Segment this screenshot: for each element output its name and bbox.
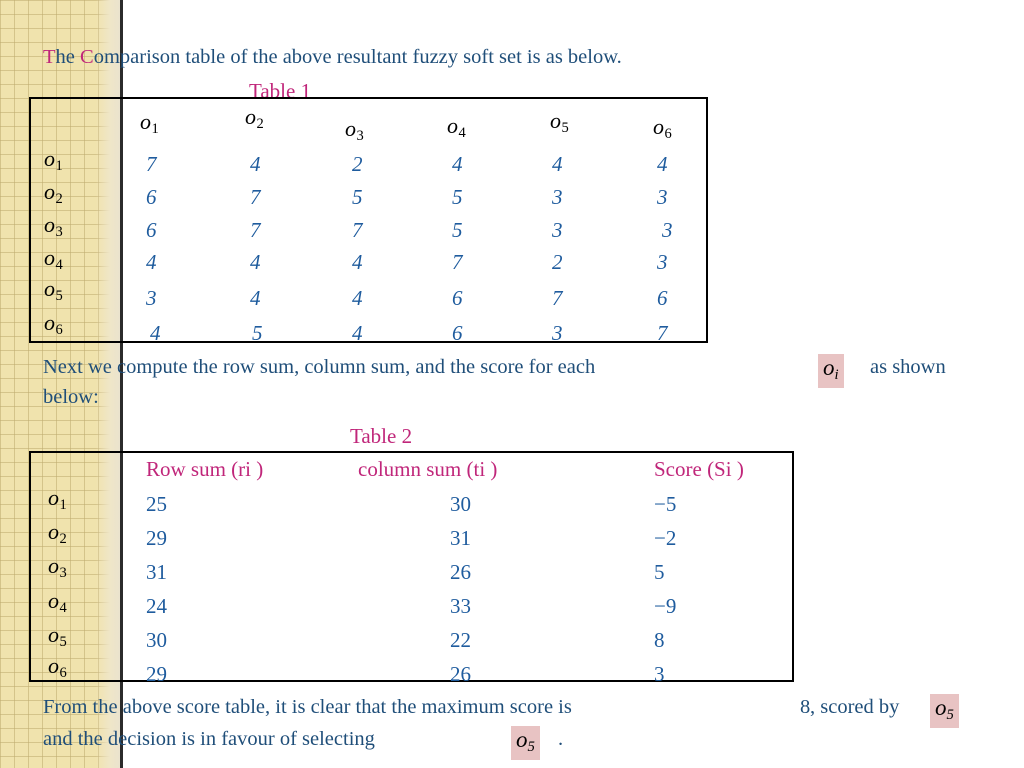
inline-token-o5-a: o5 [930, 694, 959, 728]
middle-text-part3: below: [43, 386, 99, 408]
table1-cell-r4-c1: 4 [146, 250, 157, 274]
slide-content: The Comparison table of the above result… [0, 0, 1024, 768]
table2-cell-r4-c1: 24 [146, 594, 167, 618]
table1-cell-r5-c5: 7 [552, 286, 563, 310]
table2-cell-r2-c1: 29 [146, 526, 167, 550]
table2-cell-r5-c3: 8 [654, 628, 665, 652]
table1-cell-r4-c2: 4 [250, 250, 261, 274]
intro-tail: omparison table of the above resultant f… [93, 46, 622, 68]
table2-row-header-2: o2 [48, 519, 67, 547]
table1-cell-r6-c1: 4 [150, 321, 161, 345]
table1-cell-r1-c1: 7 [146, 152, 157, 176]
closing-text-part3: and the decision is in favour of selecti… [43, 728, 375, 750]
table1-cell-r1-c6: 4 [657, 152, 668, 176]
table1-cell-r3-c6: 3 [662, 218, 673, 242]
table2-cell-r5-c2: 22 [450, 628, 471, 652]
table1-col-header-4: o4 [447, 113, 466, 141]
table1-col-header-1: o1 [140, 109, 159, 137]
table1-cell-r5-c1: 3 [146, 286, 157, 310]
table1-cell-r3-c1: 6 [146, 218, 157, 242]
table1-cell-r3-c3: 7 [352, 218, 363, 242]
table1-cell-r4-c4: 7 [452, 250, 463, 274]
table1-cell-r1-c4: 4 [452, 152, 463, 176]
closing-max-score: 8 [800, 696, 811, 718]
table1-cell-r2-c4: 5 [452, 185, 463, 209]
table1-row-header-4: o4 [44, 245, 63, 273]
table2-cell-r2-c3: −2 [654, 526, 677, 550]
table1-cell-r2-c1: 6 [146, 185, 157, 209]
intro-cap-t: T [43, 46, 56, 68]
table1-cell-r4-c5: 2 [552, 250, 563, 274]
table2-cell-r6-c2: 26 [450, 662, 471, 686]
table1-border [29, 97, 708, 343]
table1-cell-r5-c4: 6 [452, 286, 463, 310]
table1-cell-r4-c6: 3 [657, 250, 668, 274]
table1-row-header-3: o3 [44, 212, 63, 240]
table1-cell-r2-c2: 7 [250, 185, 261, 209]
table1-cell-r6-c2: 5 [252, 321, 263, 345]
table1-cell-r3-c5: 3 [552, 218, 563, 242]
closing-text-part1: From the above score table, it is clear … [43, 696, 572, 718]
table1-cell-r5-c6: 6 [657, 286, 668, 310]
table2-row-header-5: o5 [48, 622, 67, 650]
table1-cell-r6-c6: 7 [657, 321, 668, 345]
table2-caption: Table 2 [350, 424, 413, 448]
table1-cell-r1-c2: 4 [250, 152, 261, 176]
table2-row-header-4: o4 [48, 588, 67, 616]
table2-row-header-3: o3 [48, 553, 67, 581]
table1-col-header-2: o2 [245, 104, 264, 132]
table2-cell-r5-c1: 30 [146, 628, 167, 652]
table1-col-header-3: o3 [345, 116, 364, 144]
table2-row-header-1: o1 [48, 485, 67, 513]
table1-cell-r2-c5: 3 [552, 185, 563, 209]
table1-cell-r6-c4: 6 [452, 321, 463, 345]
table2-col-header-3: Score (Si ) [654, 457, 744, 481]
table2-cell-r4-c3: −9 [654, 594, 677, 618]
table2-cell-r3-c1: 31 [146, 560, 167, 584]
intro-he: he [55, 46, 81, 68]
table1-col-header-6: o6 [653, 114, 672, 142]
table1-col-header-5: o5 [550, 108, 569, 136]
table2-cell-r6-c3: 3 [654, 662, 665, 686]
table1-cell-r6-c3: 4 [352, 321, 363, 345]
table2-col-header-2: column sum (ti ) [358, 457, 498, 481]
table2-row-header-6: o6 [48, 653, 67, 681]
table2-cell-r2-c2: 31 [450, 526, 471, 550]
table2-cell-r6-c1: 29 [146, 662, 167, 686]
table2-cell-r4-c2: 33 [450, 594, 471, 618]
intro-paragraph: The Comparison table of the above result… [43, 45, 622, 70]
table1-cell-r3-c2: 7 [250, 218, 261, 242]
table2-cell-r3-c3: 5 [654, 560, 665, 584]
table1-cell-r3-c4: 5 [452, 218, 463, 242]
table1-cell-r4-c3: 4 [352, 250, 363, 274]
inline-token-oi: oi [818, 354, 844, 388]
table1-cell-r1-c3: 2 [352, 152, 363, 176]
table2-cell-r1-c1: 25 [146, 492, 167, 516]
middle-text-part2: as shown [870, 356, 946, 378]
table1-cell-r1-c5: 4 [552, 152, 563, 176]
table1-row-header-5: o5 [44, 276, 63, 304]
table2-cell-r1-c3: −5 [654, 492, 677, 516]
table2-col-header-1: Row sum (ri ) [146, 457, 264, 481]
table1-cell-r5-c3: 4 [352, 286, 363, 310]
table1-cell-r2-c6: 3 [657, 185, 668, 209]
table2-cell-r3-c2: 26 [450, 560, 471, 584]
closing-text-part4: . [558, 728, 564, 750]
closing-text-part2: , scored by [810, 696, 900, 718]
table1-cell-r6-c5: 3 [552, 321, 563, 345]
table1-row-header-2: o2 [44, 179, 63, 207]
middle-paragraph-line1: Next we compute the row sum, column sum,… [43, 355, 595, 380]
table1-cell-r5-c2: 4 [250, 286, 261, 310]
table1-cell-r2-c3: 5 [352, 185, 363, 209]
intro-cap-c: C [80, 46, 94, 68]
table1-row-header-6: o6 [44, 310, 63, 338]
table1-row-header-1: o1 [44, 146, 63, 174]
middle-text-part1: Next we compute the row sum, column sum,… [43, 356, 596, 378]
table2-border [29, 451, 794, 682]
table2-cell-r1-c2: 30 [450, 492, 471, 516]
inline-token-o5-b: o5 [511, 726, 540, 760]
